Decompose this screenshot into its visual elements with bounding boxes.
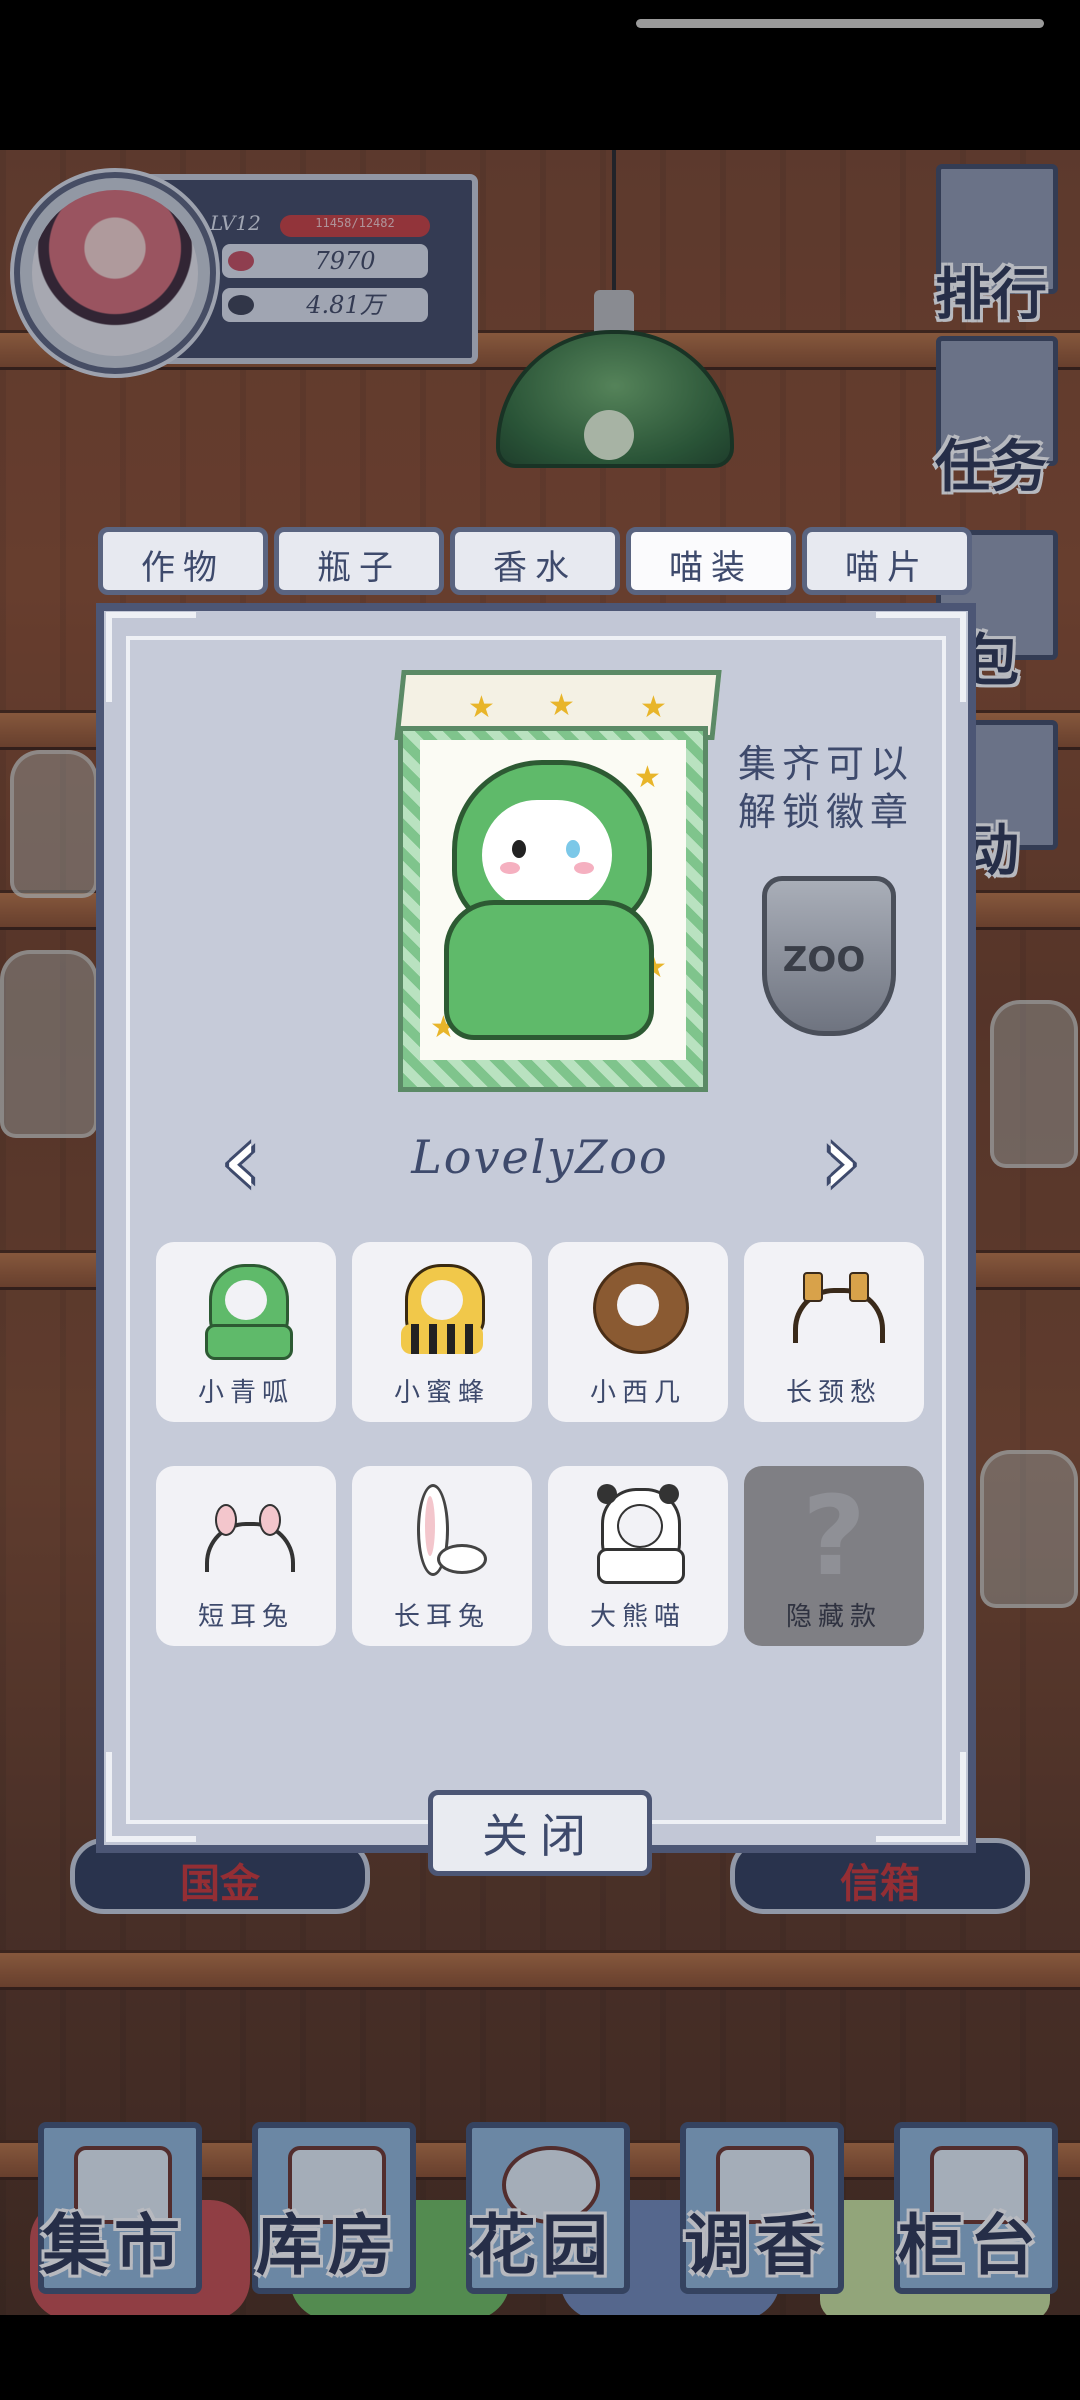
star-icon: ★	[548, 688, 575, 723]
close-label[interactable]: 关闭	[428, 1800, 652, 1866]
tab-label: 作物	[141, 548, 225, 588]
outfit-card[interactable]: 长颈愁	[744, 1242, 924, 1422]
set-name: LovelyZoo	[411, 1130, 669, 1184]
hint-line-2: 解锁徽章	[737, 790, 914, 834]
outfit-name: 隐藏款	[785, 1602, 882, 1632]
giraffe-headband-icon	[789, 1258, 885, 1358]
cat-blush	[500, 862, 520, 874]
star-icon: ★	[640, 690, 667, 725]
bee-hood-icon	[397, 1258, 487, 1358]
frog-hood-icon	[201, 1258, 293, 1360]
tab-perfume[interactable]: 香水	[450, 527, 620, 595]
outfit-name: 小蜜蜂	[393, 1378, 490, 1408]
outfit-card-hidden[interactable]: ? 隐藏款	[744, 1466, 924, 1646]
tab-bottles[interactable]: 瓶子	[274, 527, 444, 595]
outfit-card[interactable]: 长耳兔	[352, 1466, 532, 1646]
chevron-left-icon[interactable]: ‹	[206, 1110, 276, 1210]
outfit-name: 长颈愁	[785, 1378, 882, 1408]
outfit-card[interactable]: 小青呱	[156, 1242, 336, 1422]
tab-label: 喵装	[669, 548, 753, 588]
ornament-corner	[106, 1752, 196, 1842]
cat-blush	[574, 862, 594, 874]
cat-face	[482, 800, 612, 910]
cat-eye	[512, 840, 526, 858]
cat-body	[444, 900, 654, 1040]
gesture-handle	[636, 19, 1044, 28]
badge-text: ZOO	[782, 940, 866, 980]
tab-crops[interactable]: 作物	[98, 527, 268, 595]
outfit-card[interactable]: 小西几	[548, 1242, 728, 1422]
lion-mane-icon	[593, 1258, 689, 1358]
tab-cat-cards[interactable]: 喵片	[802, 527, 972, 595]
outfit-name: 小西几	[589, 1378, 686, 1408]
bunny-long-ear-icon	[397, 1482, 487, 1582]
tab-label: 香水	[493, 548, 577, 588]
outfit-name: 短耳兔	[197, 1602, 294, 1632]
system-nav-bar	[0, 2315, 1080, 2400]
hint-line-1: 集齐可以	[737, 742, 914, 786]
outfit-card[interactable]: 短耳兔	[156, 1466, 336, 1646]
ornament-corner	[106, 612, 196, 702]
ornament-corner	[876, 612, 966, 702]
star-icon: ★	[468, 690, 495, 725]
panda-hood-icon	[593, 1482, 685, 1584]
star-icon: ★	[634, 760, 661, 795]
outfit-name: 长耳兔	[393, 1602, 490, 1632]
tab-label: 瓶子	[317, 548, 401, 588]
ornament-corner	[876, 1752, 966, 1842]
tab-cat-outfits[interactable]: 喵装	[626, 527, 796, 595]
outfit-name: 大熊喵	[589, 1602, 686, 1632]
cat-eye	[566, 840, 580, 858]
outfit-card[interactable]: 大熊喵	[548, 1466, 728, 1646]
outfit-card[interactable]: 小蜜蜂	[352, 1242, 532, 1422]
question-mark-icon: ?	[802, 1472, 866, 1600]
bunny-short-ear-headband-icon	[201, 1482, 295, 1582]
chevron-right-icon[interactable]: ›	[806, 1110, 876, 1210]
outfit-name: 小青呱	[197, 1378, 294, 1408]
tab-label: 喵片	[845, 548, 929, 588]
collection-hint: 集齐可以 解锁徽章	[736, 740, 916, 840]
